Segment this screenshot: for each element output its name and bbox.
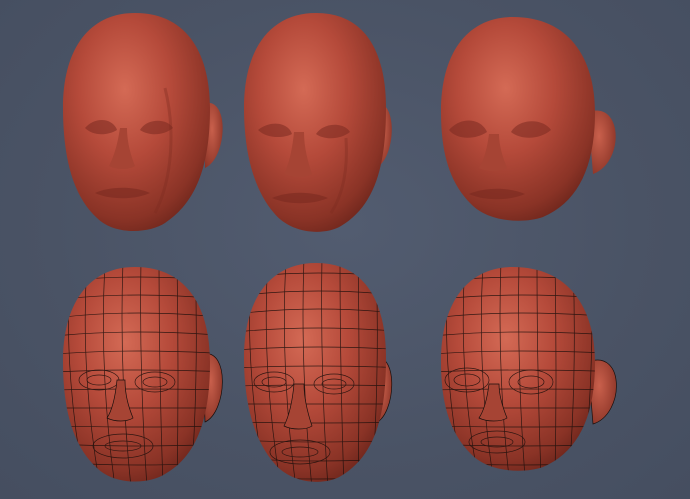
render-viewport (0, 0, 690, 499)
sculpt-head-middle (236, 8, 406, 238)
wireframe-head-right (433, 262, 628, 477)
sculpt-head-left (55, 8, 230, 238)
wireframe-head-middle (236, 258, 406, 488)
wireframe-head-left (55, 262, 230, 487)
sculpt-head-right (433, 12, 628, 227)
